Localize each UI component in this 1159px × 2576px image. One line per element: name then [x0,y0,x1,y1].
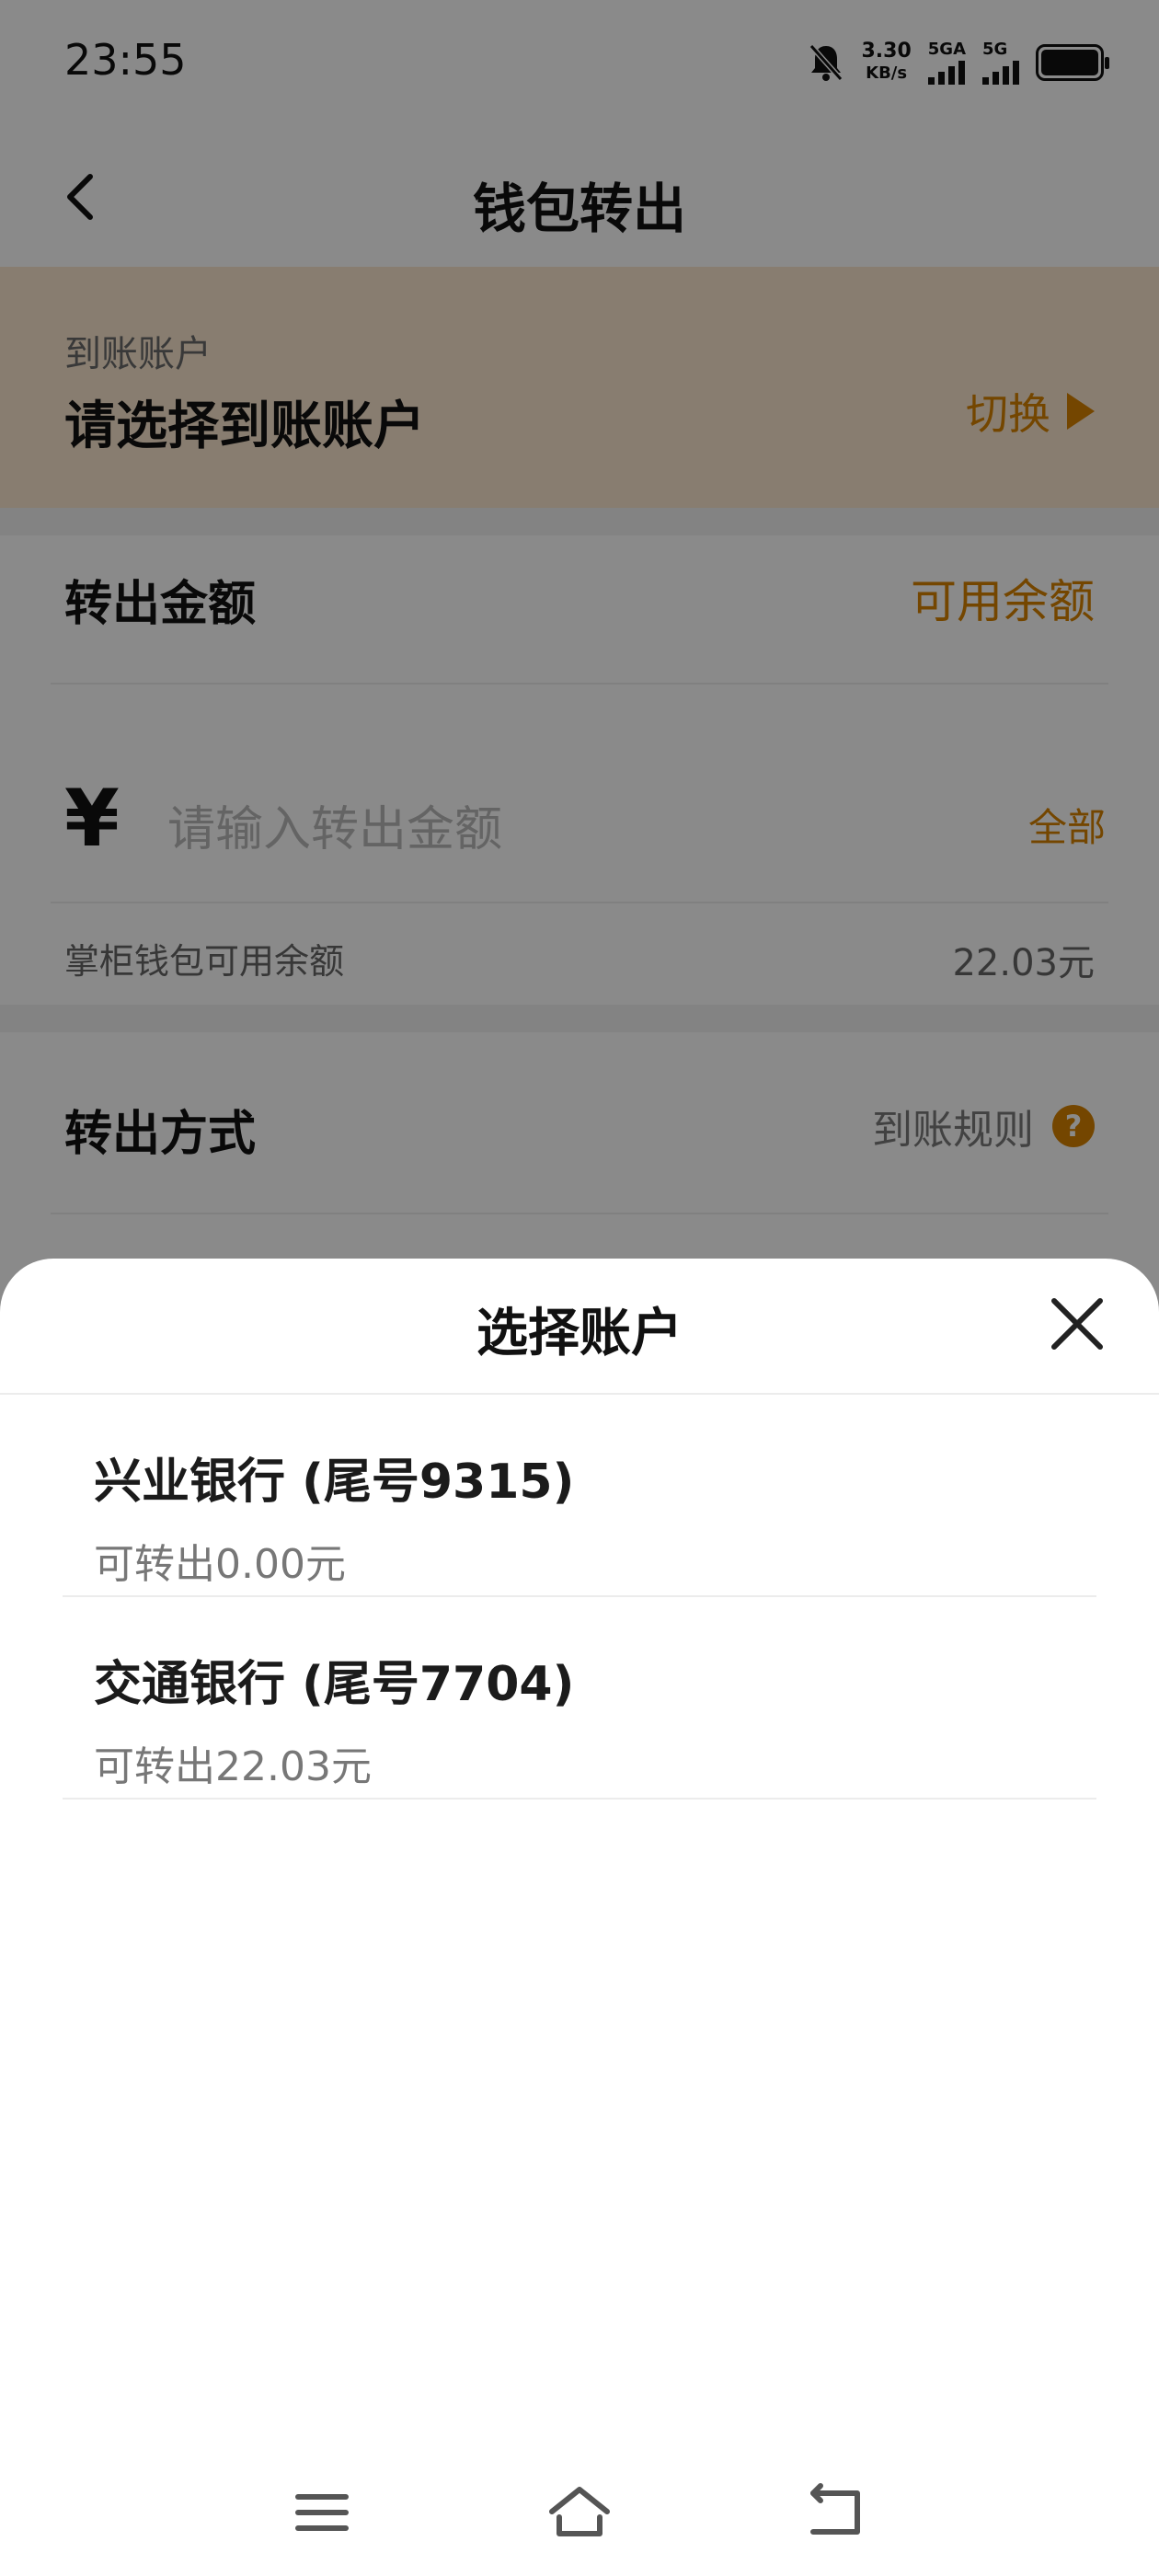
bank-available: 可转出22.03元 [94,1743,372,1790]
home-icon[interactable] [543,2480,616,2545]
sheet-title: 选择账户 [476,1304,683,1363]
account-option[interactable]: 交通银行 (尾号7704) 可转出22.03元 [63,1597,1096,1800]
account-option[interactable]: 兴业银行 (尾号9315) 可转出0.00元 [63,1395,1096,1597]
select-account-sheet: 选择账户 兴业银行 (尾号9315) 可转出0.00元 交通银行 (尾号7704… [0,1259,1159,2576]
menu-icon[interactable] [285,2480,359,2545]
system-nav-bar [0,2453,1159,2576]
bank-name: 兴业银行 (尾号9315) [94,1455,575,1510]
back-icon[interactable] [800,2480,874,2545]
bank-available: 可转出0.00元 [94,1541,346,1588]
wallet-transfer-page: 23:55 3.30 KB/s 5GA 5G 钱包转出 到账账户 请选择到账账户… [0,0,1159,2576]
bank-name: 交通银行 (尾号7704) [94,1657,575,1712]
close-icon[interactable] [1045,1292,1109,1356]
